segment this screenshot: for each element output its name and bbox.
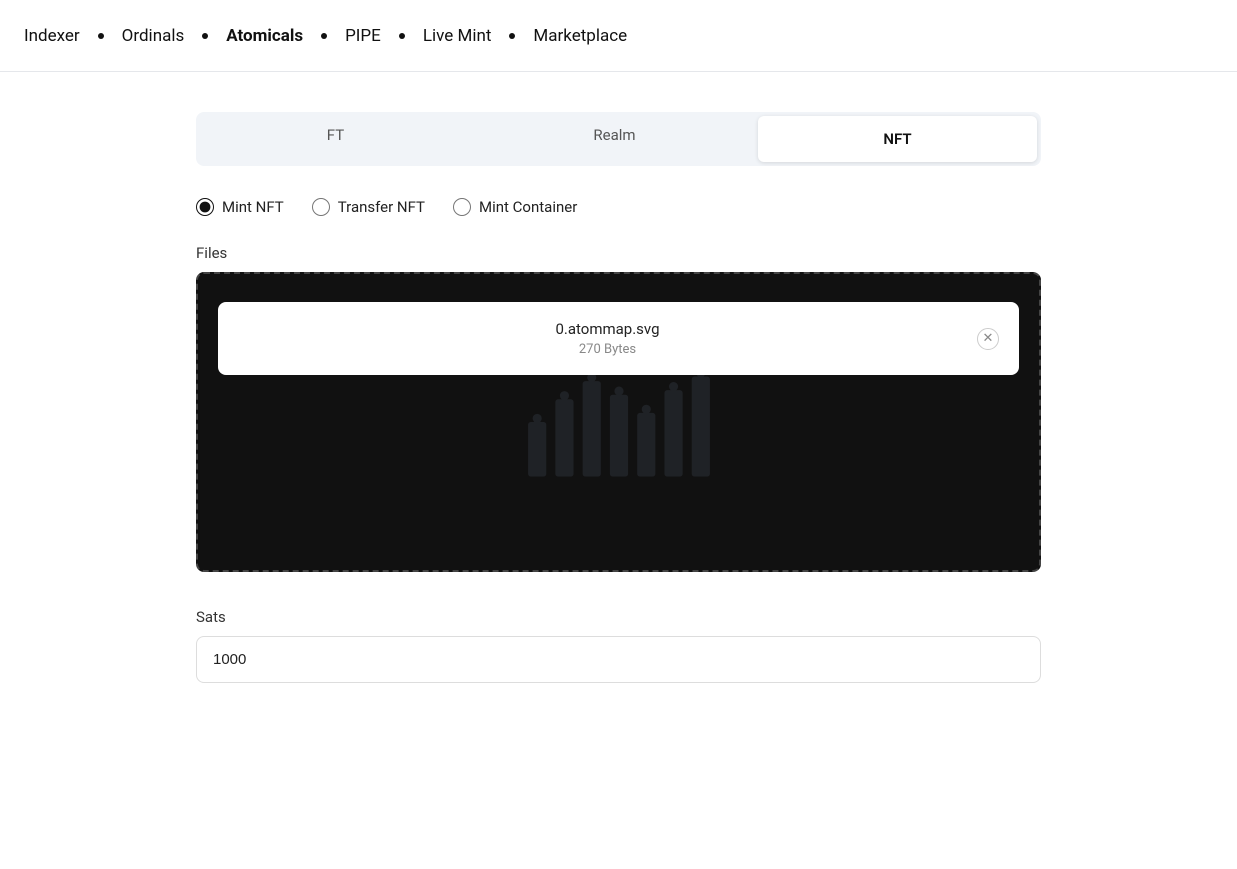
- nav-dot-2: [202, 33, 208, 39]
- radio-mint-nft[interactable]: Mint NFT: [196, 198, 284, 216]
- tab-realm[interactable]: Realm: [475, 112, 754, 166]
- file-card: 0.atommap.svg 270 Bytes ✕: [218, 302, 1019, 375]
- nav-dot-4: [399, 33, 405, 39]
- nav-dot-1: [98, 33, 104, 39]
- sats-input[interactable]: [196, 636, 1041, 683]
- tab-nft[interactable]: NFT: [758, 116, 1037, 162]
- file-close-button[interactable]: ✕: [977, 328, 999, 350]
- nav-dot-3: [321, 33, 327, 39]
- file-drop-zone[interactable]: 0.atommap.svg 270 Bytes ✕: [196, 272, 1041, 572]
- nav-item-live-mint[interactable]: Live Mint: [423, 26, 492, 46]
- file-card-info: 0.atommap.svg 270 Bytes: [238, 320, 977, 357]
- sats-label: Sats: [196, 608, 1041, 626]
- file-size: 270 Bytes: [238, 342, 977, 357]
- radio-transfer-nft[interactable]: Transfer NFT: [312, 198, 425, 216]
- tab-ft[interactable]: FT: [196, 112, 475, 166]
- files-label: Files: [196, 244, 1041, 262]
- nav-dot-5: [509, 33, 515, 39]
- nav-item-atomicals[interactable]: Atomicals: [226, 26, 303, 46]
- radio-mint-container[interactable]: Mint Container: [453, 198, 577, 216]
- main-content: FT Realm NFT Mint NFT Transfer NFT Mint …: [0, 72, 1237, 723]
- radio-mint-nft-label: Mint NFT: [222, 198, 284, 216]
- nav-item-ordinals[interactable]: Ordinals: [122, 26, 185, 46]
- nav-item-pipe[interactable]: PIPE: [345, 26, 381, 46]
- file-name: 0.atommap.svg: [238, 320, 977, 338]
- nav-item-indexer[interactable]: Indexer: [24, 26, 80, 46]
- tab-bar: FT Realm NFT: [196, 112, 1041, 166]
- navbar: Indexer Ordinals Atomicals PIPE Live Min…: [0, 0, 1237, 72]
- radio-transfer-nft-label: Transfer NFT: [338, 198, 425, 216]
- close-icon: ✕: [983, 331, 994, 346]
- nav-item-marketplace[interactable]: Marketplace: [533, 26, 627, 46]
- radio-mint-container-label: Mint Container: [479, 198, 577, 216]
- radio-group: Mint NFT Transfer NFT Mint Container: [196, 198, 1041, 216]
